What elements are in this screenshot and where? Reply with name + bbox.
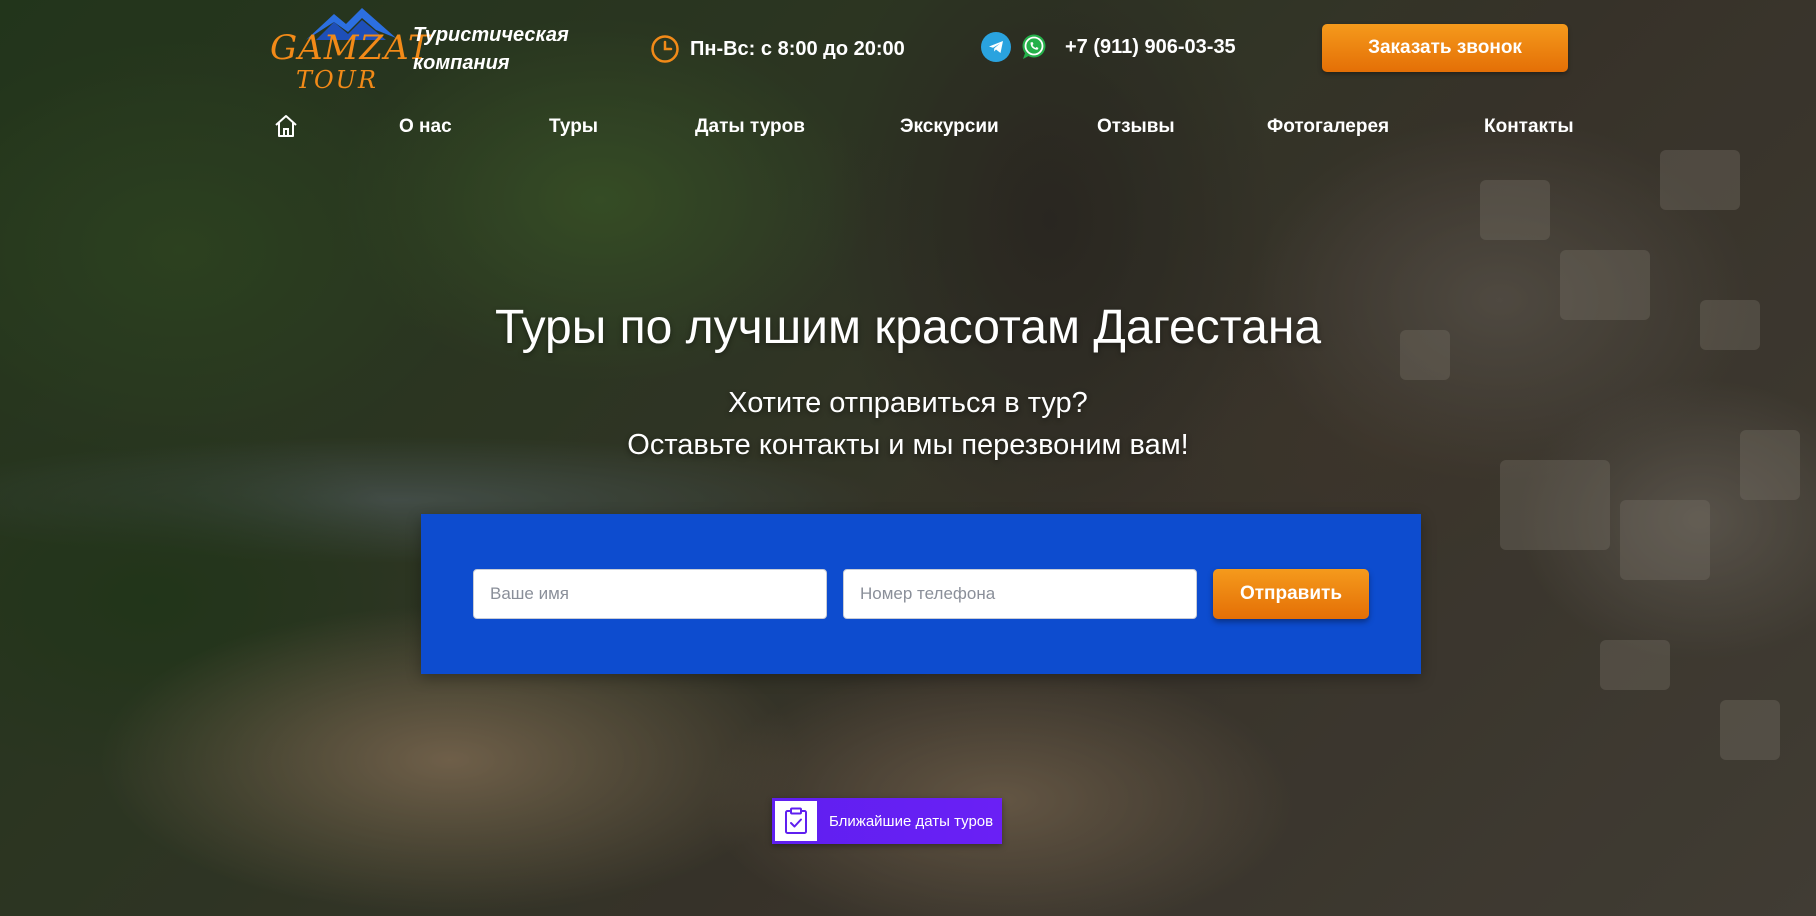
working-hours-text: Пн-Вс: с 8:00 до 20:00 <box>690 37 905 60</box>
logo[interactable]: GAMZAT TOUR <box>270 8 431 94</box>
hero-subtitle: Хотите отправиться в тур? Оставьте конта… <box>0 382 1816 466</box>
nav-item-excursions[interactable]: Экскурсии <box>900 116 999 138</box>
nav-item-tours[interactable]: Туры <box>549 116 598 138</box>
main-nav: О нас Туры Даты туров Экскурсии Отзывы Ф… <box>272 112 1574 145</box>
nav-item-tour-dates[interactable]: Даты туров <box>695 116 805 138</box>
logo-text-tour: TOUR <box>296 66 378 94</box>
hero-subtitle-line1: Хотите отправиться в тур? <box>728 387 1088 419</box>
whatsapp-icon[interactable] <box>1019 32 1049 62</box>
hero-title: Туры по лучшим красотам Дагестана <box>494 301 1322 354</box>
upcoming-dates-button[interactable]: Ближайшие даты туров <box>772 798 1002 844</box>
callback-form: Отправить <box>421 514 1421 674</box>
header-contacts: +7 (911) 906-03-35 <box>981 32 1236 62</box>
order-call-button[interactable]: Заказать звонок <box>1322 24 1568 72</box>
phone-input[interactable] <box>843 569 1197 619</box>
nav-item-gallery[interactable]: Фотогалерея <box>1267 116 1389 138</box>
upcoming-dates-label: Ближайшие даты туров <box>829 812 994 830</box>
submit-button[interactable]: Отправить <box>1213 569 1369 619</box>
company-tagline: Туристическая компания <box>413 24 569 74</box>
home-icon[interactable] <box>272 112 300 145</box>
working-hours: Пн-Вс: с 8:00 до 20:00 <box>650 34 905 64</box>
nav-item-contacts[interactable]: Контакты <box>1484 116 1574 138</box>
nav-item-reviews[interactable]: Отзывы <box>1097 116 1175 138</box>
telegram-icon[interactable] <box>981 32 1011 62</box>
clipboard-check-icon <box>775 801 817 841</box>
logo-text-gamzat: GAMZAT <box>270 28 432 68</box>
nav-item-about[interactable]: О нас <box>399 116 452 138</box>
hero-subtitle-line2: Оставьте контакты и мы перезвоним вам! <box>627 429 1189 461</box>
phone-number[interactable]: +7 (911) 906-03-35 <box>1065 36 1236 59</box>
name-input[interactable] <box>473 569 827 619</box>
clock-icon <box>651 35 679 63</box>
